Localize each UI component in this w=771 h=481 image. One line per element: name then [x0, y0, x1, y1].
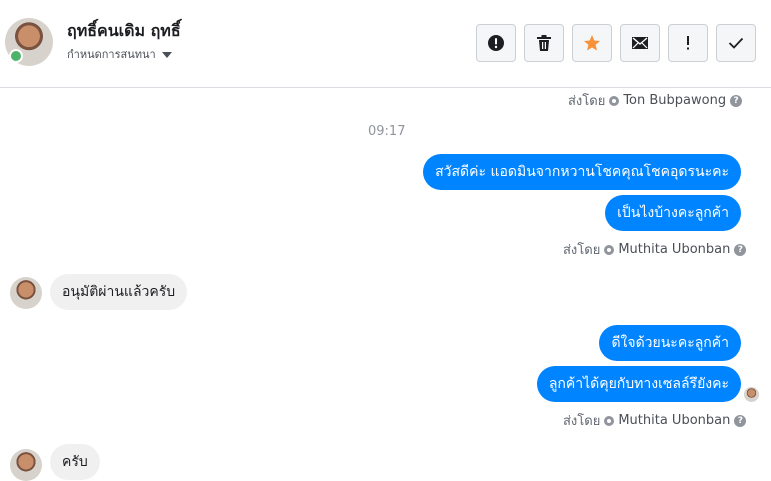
contact-avatar[interactable] [5, 18, 53, 66]
agent-icon [604, 244, 615, 255]
contact-avatar-small[interactable] [10, 449, 42, 481]
conversation-settings-label: กำหนดการสนทนา [67, 48, 156, 61]
outgoing-message[interactable]: ดีใจด้วยนะคะลูกค้า [599, 325, 741, 361]
done-button[interactable] [716, 24, 756, 62]
agent-name[interactable]: Muthita Ubonban [618, 413, 730, 428]
sent-by-label: ส่งโดย [563, 243, 601, 258]
incoming-message[interactable]: ครับ [50, 444, 100, 480]
sent-by-label: ส่งโดย [568, 94, 606, 109]
outgoing-message[interactable]: เป็นไงบ้างคะลูกค้า [605, 195, 741, 231]
exclamation-circle-icon [488, 35, 504, 51]
star-button[interactable] [572, 24, 612, 62]
sent-by-label: ส่งโดย [563, 414, 601, 429]
contact-name[interactable]: ฤทธิ์คนเดิม ฤทธิ์ [67, 19, 181, 44]
sent-by-info: ส่งโดย Ton Bubpawong ? [568, 90, 743, 111]
agent-icon [604, 415, 615, 426]
outgoing-message[interactable]: ลูกค้าได้คุยกับทางเซลล์รึยังคะ [536, 366, 741, 402]
outgoing-message[interactable]: สวัสดีค่ะ แอดมินจากหวานโชคคุณโชคอุดรนะคะ [423, 154, 741, 190]
trash-icon [537, 35, 551, 51]
contact-avatar-small[interactable] [10, 277, 42, 309]
conversation-settings-dropdown[interactable]: กำหนดการสนทนา [67, 45, 172, 63]
exclamation-icon [687, 36, 689, 50]
chevron-down-icon [161, 52, 172, 58]
help-icon[interactable]: ? [734, 414, 747, 427]
sent-by-info: ส่งโดย Muthita Ubonban ? [563, 410, 747, 431]
online-status-icon [9, 49, 23, 63]
delete-button[interactable] [524, 24, 564, 62]
checkmark-icon [728, 37, 744, 49]
agent-name[interactable]: Ton Bubpawong [623, 93, 726, 108]
mark-button[interactable] [668, 24, 708, 62]
seen-avatar-icon [744, 387, 759, 402]
envelope-icon [632, 37, 648, 49]
incoming-message[interactable]: อนุมัติผ่านแล้วครับ [50, 274, 188, 310]
conversation-header: ฤทธิ์คนเดิม ฤทธิ์ กำหนดการสนทนา [0, 0, 771, 88]
sent-by-info: ส่งโดย Muthita Ubonban ? [563, 239, 747, 260]
star-icon [584, 35, 600, 51]
mail-button[interactable] [620, 24, 660, 62]
help-icon[interactable]: ? [730, 94, 743, 107]
agent-icon [609, 95, 620, 106]
agent-name[interactable]: Muthita Ubonban [618, 242, 730, 257]
help-icon[interactable]: ? [734, 243, 747, 256]
report-button[interactable] [476, 24, 516, 62]
message-timestamp: 09:17 [368, 124, 406, 139]
